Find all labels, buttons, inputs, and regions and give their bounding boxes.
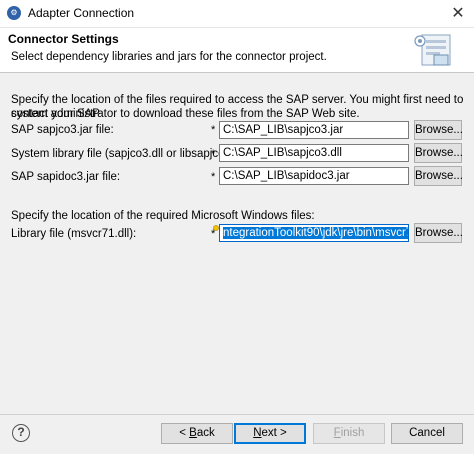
browse-sapidoc3-jar-button[interactable]: Browse... — [414, 166, 463, 186]
next-mnemonic: N — [253, 427, 262, 439]
finish-mnemonic: F — [333, 427, 341, 439]
finish-label-rest: inish — [340, 427, 365, 439]
close-button[interactable]: ✕ — [442, 0, 474, 27]
msvcr71-dll-label: Library file (msvcr71.dll): — [11, 228, 137, 240]
connector-settings-icon — [414, 34, 451, 66]
sapidoc3-jar-label: SAP sapidoc3.jar file: — [11, 171, 121, 183]
windows-instruction: Specify the location of the required Mic… — [11, 210, 315, 222]
back-button[interactable]: < Back — [161, 423, 233, 444]
page-description: Select dependency libraries and jars for… — [11, 51, 327, 63]
header-banner: Connector Settings Select dependency lib… — [0, 28, 474, 73]
next-button[interactable]: Next > — [234, 423, 306, 444]
finish-button[interactable]: Finish — [313, 423, 385, 444]
selected-text: ntegrationToolkit90\jdk\jre\bin\msvcr71.… — [223, 227, 408, 239]
system-library-input[interactable]: C:\SAP_LIB\sapjco3.dll — [219, 144, 409, 162]
sapidoc3-jar-input[interactable]: C:\SAP_LIB\sapidoc3.jar — [219, 167, 409, 185]
app-icon: ⚙ — [7, 6, 21, 20]
back-prefix: < — [179, 427, 190, 439]
sapjco3-jar-input[interactable]: C:\SAP_LIB\sapjco3.jar — [219, 121, 409, 139]
browse-sapjco3-jar-button[interactable]: Browse... — [414, 120, 463, 140]
browse-msvcr71-dll-button[interactable]: Browse... — [414, 223, 463, 243]
required-marker: * — [211, 148, 216, 160]
required-marker: * — [211, 171, 216, 183]
browse-system-library-button[interactable]: Browse... — [414, 143, 463, 163]
cancel-button[interactable]: Cancel — [391, 423, 463, 444]
next-label-rest: ext > — [261, 427, 287, 439]
page-title: Connector Settings — [8, 32, 119, 46]
window-title: Adapter Connection — [28, 6, 135, 20]
sap-instruction-line2: system administrator to download these f… — [11, 108, 360, 120]
window-titlebar: ⚙ Adapter Connection ✕ — [0, 0, 474, 28]
msvcr71-dll-input[interactable]: ntegrationToolkit90\jdk\jre\bin\msvcr71.… — [219, 224, 409, 242]
footer-separator — [0, 414, 474, 415]
required-marker: * — [211, 228, 216, 240]
back-mnemonic: B — [189, 427, 197, 439]
sapjco3-jar-label: SAP sapjco3.jar file: — [11, 124, 114, 136]
required-marker: * — [211, 124, 216, 136]
system-library-label: System library file (sapjco3.dll or libs… — [11, 148, 254, 160]
back-label-rest: ack — [196, 427, 215, 439]
help-button[interactable]: ? — [12, 424, 30, 442]
